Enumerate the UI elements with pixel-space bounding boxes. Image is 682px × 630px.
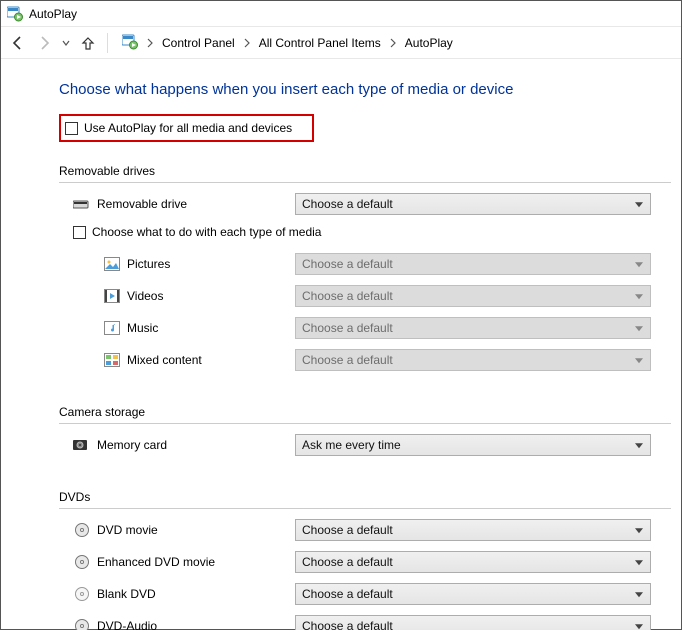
row-label: Music (127, 321, 295, 335)
pictures-icon (103, 256, 121, 272)
row-label: Mixed content (127, 353, 295, 367)
breadcrumb-item[interactable]: Control Panel (160, 36, 237, 50)
choose-each-label: Choose what to do with each type of medi… (92, 225, 321, 239)
removable-drive-icon (73, 196, 91, 212)
row-dvd-movie: DVD movie Choose a default (73, 519, 671, 541)
chevron-right-icon[interactable] (389, 37, 397, 49)
recent-locations-button[interactable] (61, 34, 71, 52)
memory-card-icon (73, 437, 91, 453)
row-enhanced-dvd: Enhanced DVD movie Choose a default (73, 551, 671, 573)
videos-icon (103, 288, 121, 304)
forward-button[interactable] (35, 34, 53, 52)
row-choose-each: Choose what to do with each type of medi… (73, 225, 671, 239)
row-blank-dvd: Blank DVD Choose a default (73, 583, 671, 605)
highlighted-option: Use AutoPlay for all media and devices (59, 114, 314, 142)
row-label: DVD movie (97, 523, 295, 537)
row-label: Blank DVD (97, 587, 295, 601)
breadcrumb-item[interactable]: All Control Panel Items (257, 36, 383, 50)
row-label: Enhanced DVD movie (97, 555, 295, 569)
disc-icon (73, 554, 91, 570)
back-button[interactable] (9, 34, 27, 52)
autoplay-icon (7, 6, 23, 22)
select-dvd-audio[interactable]: Choose a default (295, 615, 651, 630)
select-blank-dvd[interactable]: Choose a default (295, 583, 651, 605)
select-mixed: Choose a default (295, 349, 651, 371)
use-all-checkbox[interactable] (65, 122, 78, 135)
select-memory-card[interactable]: Ask me every time (295, 434, 651, 456)
select-videos: Choose a default (295, 285, 651, 307)
row-pictures: Pictures Choose a default (103, 253, 671, 275)
up-button[interactable] (79, 34, 97, 52)
divider (107, 33, 108, 53)
section-title-dvds: DVDs (59, 490, 671, 504)
address-bar[interactable]: Control Panel All Control Panel Items Au… (118, 31, 673, 55)
separator (59, 423, 671, 424)
section-title-removable: Removable drives (59, 164, 671, 178)
disc-icon (73, 618, 91, 630)
row-music: Music Choose a default (103, 317, 671, 339)
window-title: AutoPlay (29, 7, 77, 21)
disc-icon (73, 522, 91, 538)
row-label: Memory card (97, 438, 295, 452)
separator (59, 508, 671, 509)
disc-icon (73, 586, 91, 602)
choose-each-checkbox[interactable] (73, 226, 86, 239)
page-title: Choose what happens when you insert each… (59, 81, 671, 98)
content-area: Choose what happens when you insert each… (1, 59, 681, 630)
row-videos: Videos Choose a default (103, 285, 671, 307)
titlebar: AutoPlay (1, 1, 681, 27)
autoplay-icon (122, 34, 140, 52)
select-music: Choose a default (295, 317, 651, 339)
row-mixed: Mixed content Choose a default (103, 349, 671, 371)
select-pictures: Choose a default (295, 253, 651, 275)
row-memory-card: Memory card Ask me every time (73, 434, 671, 456)
chevron-right-icon[interactable] (146, 37, 154, 49)
row-removable-drive: Removable drive Choose a default (73, 193, 671, 215)
select-enhanced-dvd[interactable]: Choose a default (295, 551, 651, 573)
chevron-right-icon[interactable] (243, 37, 251, 49)
breadcrumb-item[interactable]: AutoPlay (403, 36, 455, 50)
mixed-content-icon (103, 352, 121, 368)
separator (59, 182, 671, 183)
row-label: Videos (127, 289, 295, 303)
select-removable-drive[interactable]: Choose a default (295, 193, 651, 215)
navbar: Control Panel All Control Panel Items Au… (1, 27, 681, 59)
use-all-label: Use AutoPlay for all media and devices (84, 121, 292, 135)
window: AutoPlay Control Panel (0, 0, 682, 630)
row-label: Pictures (127, 257, 295, 271)
row-label: DVD-Audio (97, 619, 295, 630)
section-title-camera: Camera storage (59, 405, 671, 419)
row-dvd-audio: DVD-Audio Choose a default (73, 615, 671, 630)
music-icon (103, 320, 121, 336)
select-dvd-movie[interactable]: Choose a default (295, 519, 651, 541)
row-label: Removable drive (97, 197, 295, 211)
